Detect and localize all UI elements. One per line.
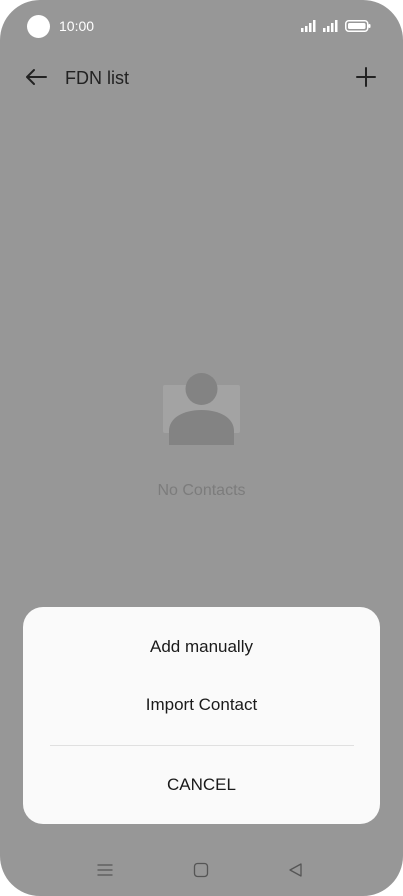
status-icons: [301, 19, 371, 37]
back-button[interactable]: [20, 64, 52, 94]
empty-state-text: No Contacts: [157, 482, 246, 499]
add-manually-option[interactable]: Add manually: [23, 637, 380, 661]
recents-button[interactable]: [93, 860, 117, 884]
phone-screen: 10:00 FDN list No Contacts Add manually …: [0, 0, 403, 896]
status-bar: 10:00: [0, 0, 403, 54]
nav-back-button[interactable]: [284, 860, 308, 884]
menu-icon: [97, 863, 113, 882]
contact-placeholder-icon: [163, 372, 240, 445]
plus-icon: [356, 66, 376, 92]
page-title: FDN list: [65, 68, 129, 88]
bottom-sheet: Add manually Import Contact CANCEL: [23, 607, 380, 824]
battery-icon: [345, 19, 371, 37]
import-contact-option[interactable]: Import Contact: [23, 695, 380, 719]
app-bar: FDN list: [0, 56, 403, 102]
status-time: 10:00: [59, 18, 95, 34]
arrow-left-icon: [24, 67, 48, 92]
cancel-button[interactable]: CANCEL: [23, 775, 380, 799]
home-icon: [193, 862, 209, 883]
home-button[interactable]: [189, 860, 213, 884]
add-contact-button[interactable]: [351, 64, 381, 94]
navigation-bar: [0, 856, 403, 888]
back-triangle-icon: [288, 862, 304, 883]
signal-icon: [301, 19, 317, 37]
signal-icon: [323, 19, 339, 37]
divider: [50, 745, 354, 746]
camera-cutout: [27, 15, 50, 38]
